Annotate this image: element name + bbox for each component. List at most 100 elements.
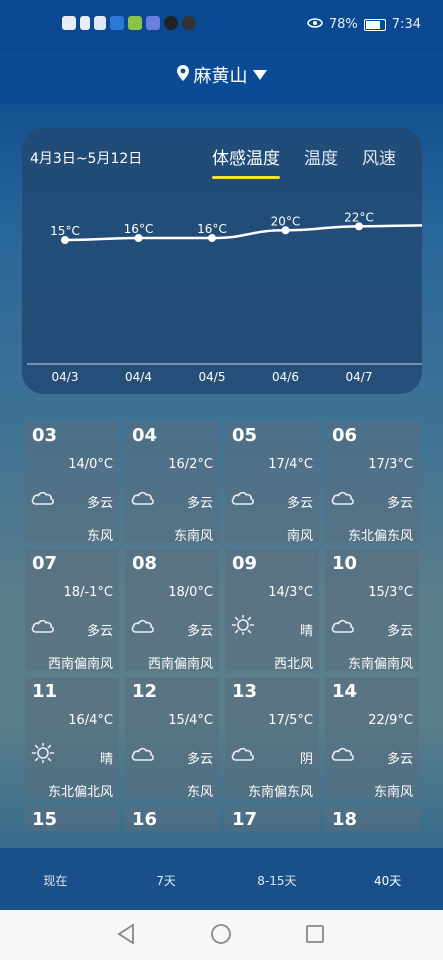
app-notification-icon	[164, 16, 178, 30]
cloudy-icon	[230, 743, 256, 763]
nav-40-days[interactable]: 40天	[332, 848, 443, 910]
day-number: 09	[232, 553, 258, 574]
home-icon[interactable]	[210, 923, 232, 949]
data-label: 16°C	[197, 222, 227, 236]
day-number: 17	[232, 809, 258, 830]
app-notification-icon	[146, 16, 160, 30]
location-selector[interactable]: 麻黄山	[0, 62, 443, 88]
battery-percent: 78%	[328, 17, 358, 32]
day-temperature: 18/-1°C	[63, 585, 113, 600]
day-number: 15	[32, 809, 58, 830]
header: 麻黄山	[0, 52, 443, 104]
location-pin-icon	[176, 64, 190, 87]
status-icons-left	[62, 16, 196, 30]
day-cell[interactable]: 11 16/4°C 晴东北偏北风	[25, 677, 119, 800]
day-temperature: 16/2°C	[168, 457, 213, 472]
day-wind: 西北风	[273, 657, 313, 672]
day-condition: 晴	[299, 624, 313, 639]
sunny-icon	[30, 741, 56, 765]
data-label: 15°C	[50, 224, 80, 238]
data-label: 22°C	[344, 210, 374, 224]
day-number: 16	[132, 809, 158, 830]
day-number: 18	[332, 809, 358, 830]
day-condition: 多云	[186, 496, 213, 511]
day-temperature: 18/0°C	[168, 585, 213, 600]
day-wind: 东南偏南风	[347, 657, 413, 672]
cloudy-icon	[30, 615, 56, 635]
x-tick-label: 04/6	[272, 370, 299, 384]
bottom-nav: 现在 7天 8-15天 40天	[0, 848, 443, 910]
day-number: 12	[132, 681, 158, 702]
day-number: 07	[32, 553, 58, 574]
sunny-icon	[230, 613, 256, 637]
cloudy-icon	[330, 487, 356, 507]
day-number: 08	[132, 553, 158, 574]
day-number: 03	[32, 425, 58, 446]
cloudy-icon	[30, 487, 56, 507]
day-condition: 多云	[186, 752, 213, 767]
app-notification-icon	[110, 16, 124, 30]
back-icon[interactable]	[116, 923, 136, 949]
day-cell[interactable]: 15	[25, 805, 119, 831]
day-cell[interactable]: 06 17/3°C 多云 东北偏东风	[325, 421, 419, 544]
day-cell[interactable]: 08 18/0°C 多云 西南偏南风	[125, 549, 219, 672]
x-tick-label: 04/4	[125, 370, 152, 384]
data-label: 20°C	[271, 214, 301, 228]
day-wind: 东南偏东风	[247, 785, 313, 800]
day-condition: 多云	[386, 752, 413, 767]
day-number: 10	[332, 553, 358, 574]
day-number: 13	[232, 681, 258, 702]
day-temperature: 16/4°C	[68, 713, 113, 728]
eye-icon	[307, 17, 323, 32]
location-name: 麻黄山	[193, 66, 248, 87]
day-cell[interactable]: 07 18/-1°C 多云西南偏南风	[25, 549, 119, 672]
day-cell[interactable]: 12 15/4°C 多云东风	[125, 677, 219, 800]
day-condition: 多云	[286, 496, 313, 511]
day-cell[interactable]: 04 16/2°C 多云 东南风	[125, 421, 219, 544]
day-temperature: 14/3°C	[268, 585, 313, 600]
day-wind: 西南偏南风	[47, 657, 113, 672]
day-cell[interactable]: 16	[125, 805, 219, 831]
wifi-icon	[94, 16, 106, 30]
nav-7-days[interactable]: 7天	[111, 848, 222, 910]
day-cell[interactable]: 05 17/4°C 多云 南风	[225, 421, 319, 544]
day-condition: 阴	[299, 752, 313, 767]
day-wind: 东风	[186, 785, 213, 800]
status-bar: 78% 7:34	[0, 0, 443, 52]
recents-icon[interactable]	[305, 923, 325, 949]
day-cell[interactable]: 14 22/9°C 多云 东南风	[325, 677, 419, 800]
nav-8-15-days[interactable]: 8-15天	[222, 848, 333, 910]
day-cell[interactable]: 09 14/3°C 晴西北风	[225, 549, 319, 672]
day-condition: 多云	[386, 624, 413, 639]
clock: 7:34	[391, 17, 421, 32]
day-temperature: 15/4°C	[168, 713, 213, 728]
day-wind: 东风	[86, 529, 113, 544]
day-condition: 多云	[86, 496, 113, 511]
day-condition: 多云	[186, 624, 213, 639]
status-icons-right: 78% 7:34	[307, 17, 421, 32]
nav-now[interactable]: 现在	[0, 848, 111, 910]
app-notification-icon	[128, 16, 142, 30]
day-condition: 晴	[99, 752, 113, 767]
day-cell[interactable]: 10 15/3°C 多云东南偏南风	[325, 549, 419, 672]
day-condition: 多云	[86, 624, 113, 639]
app-notification-icon	[182, 16, 196, 30]
day-temperature: 22/9°C	[368, 713, 413, 728]
day-cell[interactable]: 13 17/5°C 阴东南偏东风	[225, 677, 319, 800]
x-tick-label: 04/3	[52, 370, 79, 384]
x-tick-label: 04/5	[199, 370, 226, 384]
day-temperature: 14/0°C	[68, 457, 113, 472]
day-temperature: 17/5°C	[268, 713, 313, 728]
chart-card: 4月3日~5月12日 体感温度 温度 风速 15°C 04/3 16°C 04/4 16…	[22, 128, 422, 394]
temperature-line	[64, 224, 422, 242]
triangle-down-icon	[252, 65, 268, 86]
day-number: 06	[332, 425, 358, 446]
day-cell[interactable]: 18	[325, 805, 419, 831]
day-cell[interactable]: 03 14/0°C 多云东风	[25, 421, 119, 544]
day-condition: 多云	[386, 496, 413, 511]
cloudy-icon	[330, 743, 356, 763]
day-cell[interactable]: 17	[225, 805, 319, 831]
cloudy-icon	[130, 743, 156, 763]
day-wind: 东南风	[173, 529, 213, 544]
day-temperature: 15/3°C	[368, 585, 413, 600]
